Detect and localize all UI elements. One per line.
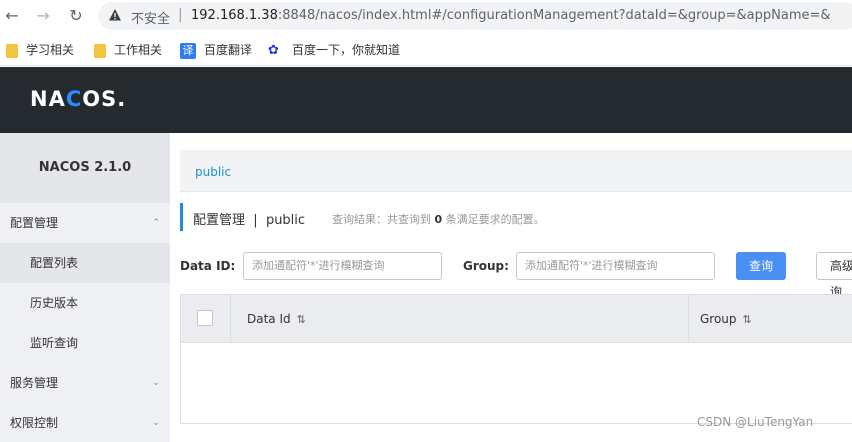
page-title-text: 配置管理 [193, 213, 246, 228]
url-host: 192.168.1.38 [191, 8, 278, 23]
sidebar-group-label: 配置管理 [10, 216, 59, 230]
sidebar: NACOS 2.1.0 配置管理 ⌃ 配置列表 历史版本 监听查询 服务管理 ⌄… [0, 133, 170, 442]
title-accent-bar [180, 203, 183, 231]
dataid-input[interactable]: 添加通配符'*'进行模糊查询 [243, 252, 442, 280]
url-path: :8848/nacos/index.html#/configurationMan… [277, 8, 831, 23]
bookmark-study[interactable]: 学习相关 [6, 41, 74, 58]
column-group-text: Group [700, 312, 737, 326]
column-header-dataid[interactable]: Data Id ⇅ [231, 295, 689, 343]
page-title: 配置管理 | public [193, 209, 305, 228]
logo-text-b: OS. [82, 87, 127, 111]
group-label: Group: [463, 259, 509, 273]
column-label: Data Id ⇅ [247, 312, 306, 326]
query-result-summary: 查询结果：共查询到 0 条满足要求的配置。 [332, 211, 545, 227]
sidebar-group-label: 权限控制 [10, 416, 59, 430]
search-form: Data ID: 添加通配符'*'进行模糊查询 Group: 添加通配符'*'进… [180, 251, 852, 299]
column-header-group[interactable]: Group ⇅ [689, 295, 852, 343]
logo-text-c: C [65, 87, 83, 111]
sidebar-group-label: 服务管理 [10, 376, 59, 390]
url-text: 192.168.1.38:8848/nacos/index.html#/conf… [191, 8, 831, 23]
watermark: CSDN @LiuTengYan [697, 415, 814, 429]
result-suffix: 条满足要求的配置。 [445, 213, 545, 226]
query-button[interactable]: 查询 [736, 252, 786, 280]
sort-icon[interactable]: ⇅ [297, 313, 306, 326]
baidu-fanyi-icon: 译 [180, 42, 196, 59]
sidebar-item-label: 配置列表 [30, 256, 79, 270]
dataid-label: Data ID: [180, 259, 236, 273]
table-header-select [181, 295, 231, 343]
app-header: NACOS. [0, 67, 852, 133]
baidu-paw-icon: ✿ [268, 42, 279, 58]
column-label: Group ⇅ [700, 312, 752, 326]
bookmark-label: 百度翻译 [204, 43, 253, 57]
reload-icon[interactable]: ↻ [66, 6, 86, 26]
sidebar-item-label: 监听查询 [30, 336, 79, 350]
column-dataid-text: Data Id [247, 312, 291, 326]
chevron-down-icon: ⌄ [152, 418, 160, 428]
logo-text-a: NA [30, 87, 66, 111]
sidebar-group-service[interactable]: 服务管理 ⌄ [0, 363, 170, 403]
page-title-namespace: public [265, 213, 306, 228]
config-table: Data Id ⇅ Group ⇅ [180, 294, 852, 424]
url-separator: | [178, 7, 183, 23]
bookmark-baidu-fanyi[interactable]: 译百度翻译 [180, 41, 252, 59]
insecure-label: 不安全 [131, 12, 171, 27]
bookmark-work[interactable]: 工作相关 [94, 41, 162, 58]
sidebar-item-label: 历史版本 [30, 296, 79, 310]
chevron-up-icon: ⌃ [152, 218, 160, 228]
namespace-bar: public [180, 150, 852, 192]
forward-arrow-icon[interactable]: → [33, 6, 53, 26]
bookmark-label: 百度一下，你就知道 [292, 43, 401, 57]
sidebar-item-config-list[interactable]: 配置列表 [0, 243, 170, 283]
namespace-tab-public[interactable]: public [195, 165, 231, 179]
bookmark-label: 工作相关 [114, 43, 163, 57]
sidebar-group-config[interactable]: 配置管理 ⌃ [0, 203, 170, 243]
sidebar-group-auth[interactable]: 权限控制 ⌄ [0, 403, 170, 442]
warning-triangle-icon [109, 9, 121, 21]
result-count: 0 [434, 213, 443, 226]
chevron-down-icon: ⌄ [152, 378, 160, 388]
folder-icon [6, 43, 18, 58]
table-header: Data Id ⇅ Group ⇅ [181, 295, 852, 343]
sort-icon[interactable]: ⇅ [743, 313, 752, 326]
page-title-row: 配置管理 | public 查询结果：共查询到 0 条满足要求的配置。 [180, 203, 852, 231]
version-label: NACOS 2.1.0 [0, 133, 170, 203]
address-bar[interactable]: 不安全 | 192.168.1.38:8848/nacos/index.html… [98, 2, 852, 30]
bookmark-baidu[interactable]: ✿ 百度一下，你就知道 [268, 41, 400, 59]
bookmarks-bar: 学习相关 工作相关 译百度翻译 ✿ 百度一下，你就知道 [0, 32, 852, 66]
browser-toolbar: ← → ↻ 不安全 | 192.168.1.38:8848/nacos/inde… [0, 0, 852, 32]
sidebar-item-listener[interactable]: 监听查询 [0, 323, 170, 363]
group-input[interactable]: 添加通配符'*'进行模糊查询 [516, 252, 715, 280]
bookmark-label: 学习相关 [26, 43, 75, 57]
title-separator: | [253, 213, 258, 228]
advanced-query-button[interactable]: 高级查询 [816, 252, 852, 299]
back-arrow-icon[interactable]: ← [2, 6, 22, 26]
sidebar-item-history[interactable]: 历史版本 [0, 283, 170, 323]
result-prefix: 查询结果：共查询到 [332, 213, 431, 226]
main-content: public 配置管理 | public 查询结果：共查询到 0 条满足要求的配… [170, 133, 852, 442]
folder-icon [94, 43, 106, 58]
nacos-logo[interactable]: NACOS. [30, 87, 126, 111]
select-all-checkbox[interactable] [197, 310, 213, 326]
